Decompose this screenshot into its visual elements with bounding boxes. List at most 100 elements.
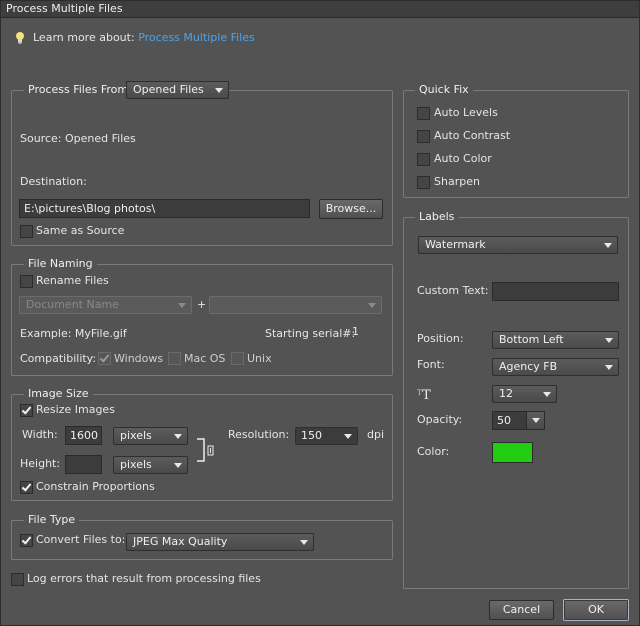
resolution-value: 150 bbox=[301, 429, 322, 442]
chevron-down-icon bbox=[368, 303, 376, 308]
name-suffix-select[interactable] bbox=[209, 296, 382, 314]
custom-text-field[interactable] bbox=[492, 282, 619, 301]
auto-color-checkbox[interactable] bbox=[417, 153, 430, 166]
convert-files-label: Convert Files to: bbox=[36, 533, 126, 546]
chevron-down-icon bbox=[215, 88, 223, 93]
checkmark-icon bbox=[21, 404, 32, 415]
label-type-value: Watermark bbox=[425, 238, 486, 251]
learn-more-prefix: Learn more about: bbox=[33, 31, 135, 44]
same-as-source-label: Same as Source bbox=[36, 224, 125, 237]
height-field[interactable] bbox=[65, 455, 102, 474]
auto-contrast-label: Auto Contrast bbox=[434, 129, 511, 142]
naming-example: Example: MyFile.gif bbox=[20, 327, 127, 340]
width-field[interactable]: 1600 bbox=[65, 426, 102, 445]
chevron-down-icon bbox=[543, 392, 551, 397]
process-source-select-value: Opened Files bbox=[133, 83, 204, 96]
name-format-select-value: Document Name bbox=[26, 298, 119, 311]
labels-group bbox=[403, 217, 629, 589]
font-value: Agency FB bbox=[499, 360, 558, 373]
chevron-down-icon bbox=[178, 303, 186, 308]
sharpen-checkbox[interactable] bbox=[417, 176, 430, 189]
same-as-source-checkbox[interactable] bbox=[20, 225, 33, 238]
chevron-down-icon bbox=[344, 434, 352, 439]
title-bar: Process Multiple Files bbox=[0, 0, 640, 18]
process-files-group bbox=[11, 90, 393, 246]
opacity-label: Opacity: bbox=[417, 413, 463, 426]
font-size-value: 12 bbox=[499, 387, 513, 400]
sharpen-label: Sharpen bbox=[434, 175, 480, 188]
starting-serial-value[interactable]: 1 bbox=[352, 325, 359, 339]
quick-fix-legend: Quick Fix bbox=[415, 83, 473, 97]
source-text: Source: Opened Files bbox=[20, 132, 136, 145]
learn-more-text: Learn more about: Process Multiple Files bbox=[33, 31, 255, 45]
position-label: Position: bbox=[417, 332, 464, 345]
cancel-button[interactable]: Cancel bbox=[489, 600, 554, 620]
image-size-legend: Image Size bbox=[24, 387, 93, 401]
browse-button[interactable]: Browse... bbox=[319, 199, 383, 219]
resolution-unit: dpi bbox=[367, 428, 385, 441]
font-label: Font: bbox=[417, 358, 445, 371]
opacity-field[interactable]: 50 bbox=[492, 411, 545, 430]
learn-more-link[interactable]: Process Multiple Files bbox=[138, 31, 255, 44]
width-label: Width: bbox=[22, 428, 58, 441]
constrain-link-icon bbox=[196, 437, 218, 463]
windows-label: Windows bbox=[114, 352, 164, 365]
name-format-select[interactable]: Document Name bbox=[19, 296, 192, 314]
process-files-legend: Process Files From: bbox=[24, 83, 136, 97]
chevron-down-icon bbox=[174, 463, 182, 468]
convert-files-checkbox[interactable] bbox=[20, 534, 33, 547]
custom-text-label: Custom Text: bbox=[417, 284, 489, 297]
height-unit-value: pixels bbox=[120, 458, 152, 471]
auto-contrast-checkbox[interactable] bbox=[417, 130, 430, 143]
resolution-field[interactable]: 150 bbox=[295, 427, 358, 445]
font-size-icon: T T bbox=[417, 383, 435, 403]
auto-levels-checkbox[interactable] bbox=[417, 107, 430, 120]
log-errors-label: Log errors that result from processing f… bbox=[27, 572, 261, 585]
log-errors-checkbox[interactable] bbox=[11, 573, 24, 586]
unix-checkbox[interactable] bbox=[231, 352, 244, 365]
chevron-down-icon bbox=[605, 338, 613, 343]
macos-checkbox[interactable] bbox=[168, 352, 181, 365]
windows-checkbox[interactable] bbox=[98, 352, 111, 365]
checkmark-icon bbox=[99, 352, 110, 363]
window-title: Process Multiple Files bbox=[6, 2, 123, 15]
auto-color-label: Auto Color bbox=[434, 152, 492, 165]
opacity-value: 50 bbox=[497, 414, 511, 427]
width-unit-select[interactable]: pixels bbox=[113, 427, 188, 445]
rename-files-label: Rename Files bbox=[36, 274, 109, 287]
destination-field[interactable]: E:\pictures\Blog photos\ bbox=[19, 199, 310, 218]
checkmark-icon bbox=[21, 481, 32, 492]
constrain-proportions-checkbox[interactable] bbox=[20, 481, 33, 494]
destination-label: Destination: bbox=[20, 175, 87, 188]
color-swatch[interactable] bbox=[492, 442, 533, 463]
file-format-value: JPEG Max Quality bbox=[133, 535, 228, 548]
file-naming-legend: File Naming bbox=[24, 257, 97, 271]
svg-text:T: T bbox=[422, 388, 431, 401]
auto-levels-label: Auto Levels bbox=[434, 106, 498, 119]
chevron-down-icon bbox=[605, 365, 613, 370]
chevron-down-icon bbox=[604, 243, 612, 248]
height-unit-select[interactable]: pixels bbox=[113, 456, 188, 474]
rename-files-checkbox[interactable] bbox=[20, 275, 33, 288]
font-size-select[interactable]: 12 bbox=[492, 385, 557, 403]
label-type-select[interactable]: Watermark bbox=[418, 236, 618, 254]
height-label: Height: bbox=[20, 457, 61, 470]
chevron-down-icon bbox=[174, 434, 182, 439]
ok-button[interactable]: OK bbox=[563, 599, 629, 621]
constrain-proportions-label: Constrain Proportions bbox=[36, 480, 155, 493]
labels-legend: Labels bbox=[415, 210, 459, 224]
position-select[interactable]: Bottom Left bbox=[492, 331, 619, 349]
color-label: Color: bbox=[417, 445, 450, 458]
process-source-select[interactable]: Opened Files bbox=[126, 81, 229, 99]
font-select[interactable]: Agency FB bbox=[492, 358, 619, 376]
plus-sign: + bbox=[197, 298, 207, 311]
file-format-select[interactable]: JPEG Max Quality bbox=[126, 533, 314, 551]
resize-images-checkbox[interactable] bbox=[20, 404, 33, 417]
process-files-legend-label: Process Files From: bbox=[28, 83, 132, 96]
starting-serial-label: Starting serial#: bbox=[265, 327, 356, 340]
chevron-down-icon[interactable] bbox=[526, 412, 544, 429]
resize-images-label: Resize Images bbox=[36, 403, 115, 416]
file-type-legend: File Type bbox=[24, 513, 80, 527]
checkmark-icon bbox=[21, 534, 32, 545]
compatibility-label: Compatibility: bbox=[20, 352, 97, 365]
